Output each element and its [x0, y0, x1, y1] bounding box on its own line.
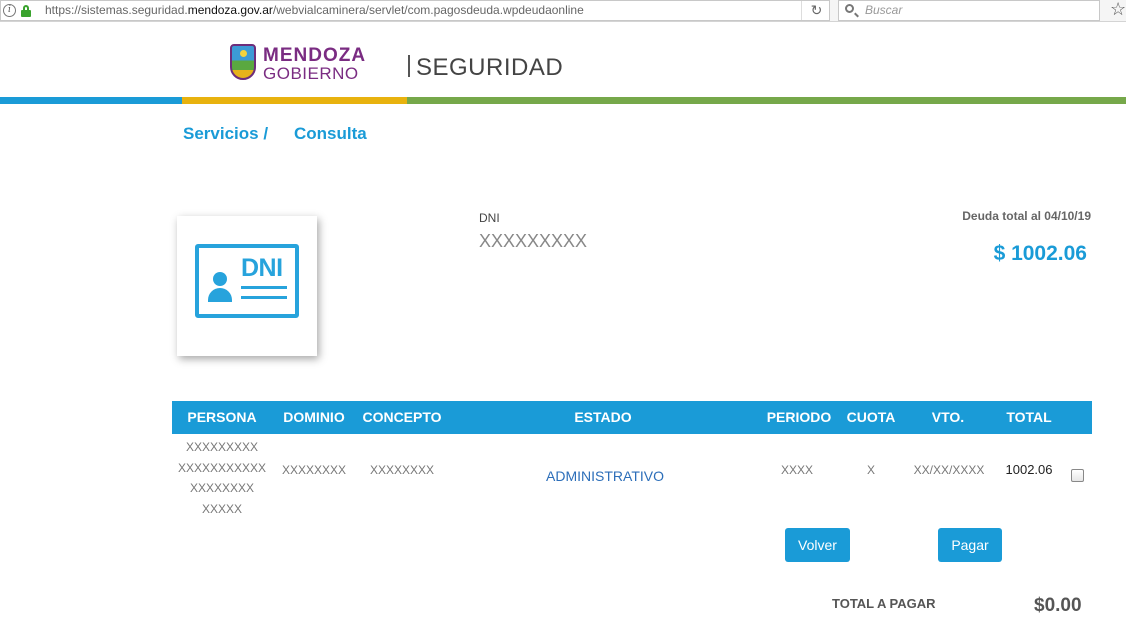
col-dominio: DOMINIO	[283, 409, 345, 425]
cell-periodo: XXXX	[780, 463, 813, 477]
browser-toolbar: i https://sistemas.seguridad.mendoza.gov…	[0, 0, 1126, 22]
row-select-checkbox[interactable]	[1071, 469, 1084, 482]
cell-estado: ADMINISTRATIVO	[546, 468, 664, 484]
cell-total: 1002.06	[1005, 462, 1053, 477]
lock-icon	[21, 5, 31, 17]
id-card-icon-text: DNI	[241, 254, 283, 282]
col-total: TOTAL	[1006, 409, 1052, 425]
breadcrumb-servicios[interactable]: Servicios /	[183, 124, 268, 144]
browser-search-input[interactable]: Buscar	[838, 0, 1100, 21]
address-bar[interactable]: i https://sistemas.seguridad.mendoza.gov…	[0, 0, 830, 21]
search-icon	[845, 4, 854, 13]
header-stripe-green	[407, 97, 1126, 104]
reload-icon[interactable]: ↻	[801, 1, 831, 20]
col-cuota: CUOTA	[846, 409, 896, 425]
search-placeholder: Buscar	[865, 3, 903, 17]
col-estado: ESTADO	[574, 409, 632, 425]
pagar-button[interactable]: Pagar	[938, 528, 1002, 562]
cell-dominio: XXXXXXXX	[281, 463, 347, 477]
table-header: PERSONA DOMINIO CONCEPTO ESTADO PERIODO …	[172, 401, 1092, 434]
coat-of-arms-icon	[230, 44, 256, 80]
dni-label: DNI	[479, 211, 500, 225]
debt-total-value: $ 1002.06	[993, 242, 1087, 265]
volver-button[interactable]: Volver	[785, 528, 850, 562]
section-title: SEGURIDAD	[408, 54, 563, 82]
cell-concepto: XXXXXXXX	[369, 463, 435, 477]
dni-value: XXXXXXXXX	[479, 231, 588, 251]
cell-vto: XX/XX/XXXX	[913, 463, 985, 477]
dni-card: DNI	[177, 216, 317, 356]
cell-cuota: X	[866, 463, 875, 477]
header-stripe-blue	[0, 97, 182, 104]
bookmark-star-icon[interactable]: ☆	[1110, 0, 1126, 20]
logo-line2: GOBIERNO	[263, 64, 359, 83]
col-persona: PERSONA	[187, 409, 257, 425]
id-card-icon: DNI	[195, 244, 299, 318]
total-to-pay-label: TOTAL A PAGAR	[832, 596, 936, 611]
col-vto: VTO.	[931, 409, 965, 425]
header-stripe-yellow	[182, 97, 407, 104]
url-text[interactable]: https://sistemas.seguridad.mendoza.gov.a…	[45, 1, 584, 20]
col-periodo: PERIODO	[766, 409, 832, 425]
mendoza-logo[interactable]: MENDOZA GOBIERNO	[230, 44, 370, 84]
debt-total-label: Deuda total al 04/10/19	[962, 209, 1091, 223]
total-to-pay-value: $0.00	[1034, 595, 1082, 616]
breadcrumb-consulta[interactable]: Consulta	[294, 124, 367, 144]
cell-persona: XXXXXXXXX XXXXXXXXXXX XXXXXXXX XXXXX	[177, 440, 267, 516]
col-concepto: CONCEPTO	[362, 409, 442, 425]
info-icon[interactable]: i	[3, 4, 16, 17]
